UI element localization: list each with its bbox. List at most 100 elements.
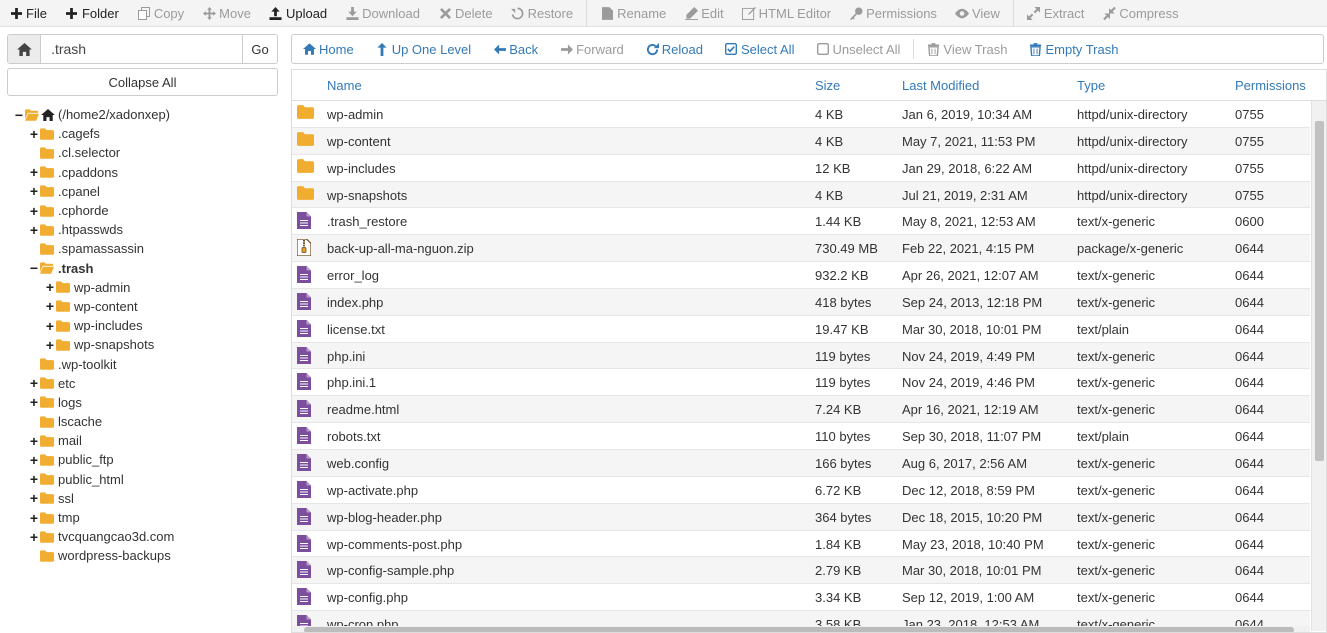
toolbar-file-button[interactable]: File: [0, 0, 56, 27]
tree-item[interactable]: + tmp: [0, 508, 285, 527]
select-all-button[interactable]: Select All: [714, 35, 805, 63]
expand-toggle[interactable]: +: [29, 530, 39, 544]
file-name[interactable]: wp-blog-header.php: [327, 510, 442, 525]
tree-item[interactable]: + .cpaddons: [0, 163, 285, 182]
tree-item[interactable]: + .cphorde: [0, 201, 285, 220]
back-button[interactable]: Back: [482, 35, 549, 63]
table-row[interactable]: wp-includes 12 KB Jan 29, 2018, 6:22 AM htt…: [292, 155, 1310, 182]
column-header-modified[interactable]: Last Modified: [902, 78, 979, 93]
tree-item[interactable]: + .cpanel: [0, 182, 285, 201]
scrollbar-thumb[interactable]: [1315, 121, 1324, 461]
file-name[interactable]: wp-snapshots: [327, 188, 407, 203]
toolbar-view-button[interactable]: View: [946, 0, 1009, 27]
column-header-type[interactable]: Type: [1077, 78, 1105, 93]
reload-button[interactable]: Reload: [635, 35, 714, 63]
column-header-name[interactable]: Name: [327, 78, 362, 93]
table-row[interactable]: wp-config-sample.php 2.79 KB Mar 30, 2018,…: [292, 557, 1310, 585]
expand-toggle[interactable]: +: [29, 376, 39, 390]
file-name[interactable]: robots.txt: [327, 429, 380, 444]
expand-toggle[interactable]: +: [29, 434, 39, 448]
tree-item[interactable]: + wp-includes: [0, 316, 285, 335]
file-name[interactable]: wp-includes: [327, 161, 396, 176]
up-one-level-button[interactable]: Up One Level: [365, 35, 483, 63]
toolbar-folder-button[interactable]: Folder: [56, 0, 128, 27]
collapse-all-button[interactable]: Collapse All: [7, 68, 278, 96]
table-row[interactable]: wp-config.php 3.34 KB Sep 12, 2019, 1:00 A…: [292, 584, 1310, 612]
tree-item[interactable]: lscache: [0, 412, 285, 431]
expand-toggle[interactable]: +: [29, 204, 39, 218]
tree-item[interactable]: wordpress-backups: [0, 546, 285, 565]
file-name[interactable]: .trash_restore: [327, 214, 407, 229]
horizontal-scrollbar[interactable]: [292, 626, 1310, 632]
toolbar-restore-button[interactable]: Restore: [502, 0, 583, 27]
table-row[interactable]: license.txt 19.47 KB Mar 30, 2018, 10:01 P…: [292, 316, 1310, 343]
table-row[interactable]: error_log 932.2 KB Apr 26, 2021, 12:07 AM t…: [292, 262, 1310, 289]
table-row[interactable]: wp-activate.php 6.72 KB Dec 12, 2018, 8:59…: [292, 477, 1310, 504]
table-row[interactable]: .trash_restore 1.44 KB May 8, 2021, 12:53 …: [292, 208, 1310, 236]
table-row[interactable]: robots.txt 110 bytes Sep 30, 2018, 11:07 P…: [292, 423, 1310, 450]
collapse-toggle[interactable]: −: [14, 108, 24, 122]
table-row[interactable]: wp-comments-post.php 1.84 KB May 23, 2018,…: [292, 531, 1310, 558]
toolbar-delete-button[interactable]: Delete: [429, 0, 502, 27]
file-name[interactable]: wp-comments-post.php: [327, 537, 462, 552]
expand-toggle[interactable]: +: [45, 338, 55, 352]
tree-item[interactable]: − .trash: [0, 259, 285, 278]
tree-item[interactable]: + wp-snapshots: [0, 335, 285, 354]
table-row[interactable]: readme.html 7.24 KB Apr 16, 2021, 12:19 AM…: [292, 396, 1310, 424]
file-name[interactable]: wp-content: [327, 134, 391, 149]
file-name[interactable]: php.ini.1: [327, 375, 376, 390]
tree-item[interactable]: + .htpasswds: [0, 220, 285, 239]
collapse-toggle[interactable]: −: [29, 261, 39, 275]
expand-toggle[interactable]: +: [29, 127, 39, 141]
empty-trash-button[interactable]: Empty Trash: [1018, 35, 1129, 63]
toolbar-extract-button[interactable]: Extract: [1018, 0, 1093, 27]
expand-toggle[interactable]: +: [29, 453, 39, 467]
tree-item[interactable]: .cl.selector: [0, 143, 285, 162]
file-name[interactable]: index.php: [327, 295, 383, 310]
expand-toggle[interactable]: +: [45, 280, 55, 294]
column-header-size[interactable]: Size: [815, 78, 840, 93]
tree-item[interactable]: + wp-admin: [0, 278, 285, 297]
table-row[interactable]: wp-content 4 KB May 7, 2021, 11:53 PM httpd…: [292, 127, 1310, 155]
expand-toggle[interactable]: +: [45, 299, 55, 313]
expand-toggle[interactable]: +: [29, 472, 39, 486]
tree-item[interactable]: .wp-toolkit: [0, 354, 285, 373]
tree-item[interactable]: + ssl: [0, 489, 285, 508]
tree-item[interactable]: − (/home2/xadonxep): [0, 105, 285, 124]
toolbar-compress-button[interactable]: Compress: [1093, 0, 1187, 27]
file-name[interactable]: wp-config-sample.php: [327, 563, 454, 578]
path-home-button[interactable]: [8, 35, 42, 63]
vertical-scrollbar[interactable]: [1311, 101, 1326, 631]
file-name[interactable]: license.txt: [327, 322, 385, 337]
toolbar-edit-button[interactable]: Edit: [675, 0, 732, 27]
expand-toggle[interactable]: +: [29, 511, 39, 525]
forward-button[interactable]: Forward: [549, 35, 635, 63]
view-trash-button[interactable]: View Trash: [916, 35, 1018, 63]
tree-item[interactable]: + etc: [0, 374, 285, 393]
toolbar-move-button[interactable]: Move: [193, 0, 260, 27]
tree-item[interactable]: + .cagefs: [0, 124, 285, 143]
table-row[interactable]: wp-snapshots 4 KB Jul 21, 2019, 2:31 AM htt…: [292, 181, 1310, 209]
expand-toggle[interactable]: +: [29, 395, 39, 409]
file-name[interactable]: error_log: [327, 268, 379, 283]
tree-item[interactable]: + mail: [0, 431, 285, 450]
table-row[interactable]: wp-admin 4 KB Jan 6, 2019, 10:34 AM httpd/u…: [292, 101, 1310, 128]
file-name[interactable]: wp-config.php: [327, 590, 408, 605]
expand-toggle[interactable]: +: [29, 491, 39, 505]
file-name[interactable]: web.config: [327, 456, 389, 471]
table-row[interactable]: back-up-all-ma-nguon.zip 730.49 MB Feb 22,…: [292, 235, 1310, 263]
file-name[interactable]: php.ini: [327, 349, 365, 364]
toolbar-upload-button[interactable]: Upload: [260, 0, 336, 27]
toolbar-permissions-button[interactable]: Permissions: [840, 0, 946, 27]
expand-toggle[interactable]: +: [45, 319, 55, 333]
expand-toggle[interactable]: +: [29, 184, 39, 198]
file-name[interactable]: back-up-all-ma-nguon.zip: [327, 241, 474, 256]
toolbar-html-editor-button[interactable]: HTML Editor: [733, 0, 840, 27]
home-button[interactable]: Home: [292, 35, 365, 63]
path-input[interactable]: [41, 35, 243, 63]
file-name[interactable]: readme.html: [327, 402, 399, 417]
tree-item[interactable]: + logs: [0, 393, 285, 412]
table-row[interactable]: wp-blog-header.php 364 bytes Dec 18, 2015,…: [292, 503, 1310, 531]
toolbar-copy-button[interactable]: Copy: [128, 0, 193, 27]
expand-toggle[interactable]: +: [29, 223, 39, 237]
